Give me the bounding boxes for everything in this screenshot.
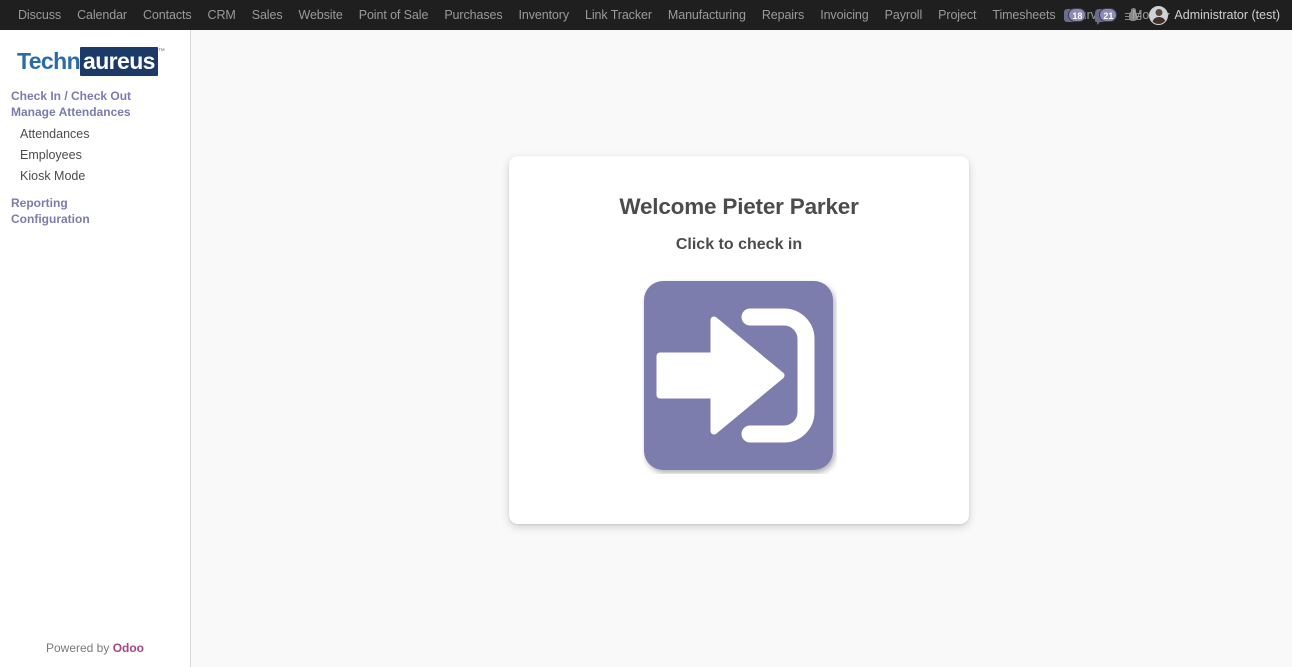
nav-item-website[interactable]: Website <box>290 0 350 30</box>
powered-by-prefix: Powered by <box>45 641 113 655</box>
nav-item-repairs[interactable]: Repairs <box>754 0 812 30</box>
sidebar-item-kiosk-mode[interactable]: Kiosk Mode <box>0 166 190 187</box>
nav-item-discuss[interactable]: Discuss <box>10 0 69 30</box>
welcome-title: Welcome Pieter Parker <box>619 194 859 219</box>
app-shell: Techn aureus ™ Check In / Check Out Manage… <box>0 30 1292 667</box>
nav-item-project[interactable]: Project <box>930 0 984 30</box>
menu-spacer <box>0 187 190 196</box>
sidebar: Techn aureus ™ Check In / Check Out Manage… <box>0 30 191 667</box>
top-navbar: Discuss Calendar Contacts CRM Sales Webs… <box>0 0 1292 30</box>
main-content: Welcome Pieter Parker Click to check in <box>191 30 1292 667</box>
nav-item-invoicing[interactable]: Invoicing <box>812 0 876 30</box>
welcome-subtitle: Click to check in <box>675 236 803 253</box>
user-menu[interactable]: Administrator (test) <box>1149 5 1282 25</box>
app-menu-list: Discuss Calendar Contacts CRM Sales Webs… <box>10 0 1171 30</box>
nav-item-payroll[interactable]: Payroll <box>877 0 931 30</box>
nav-item-sales[interactable]: Sales <box>244 0 291 30</box>
sidebar-group-other: Reporting Configuration <box>0 196 190 227</box>
nav-item-inventory[interactable]: Inventory <box>510 0 577 30</box>
powered-by-footer: Powered by Odoo <box>0 641 190 667</box>
sidebar-item-reporting[interactable]: Reporting <box>0 196 190 212</box>
sidebar-item-configuration[interactable]: Configuration <box>0 212 190 228</box>
nav-item-point-of-sale[interactable]: Point of Sale <box>351 0 437 30</box>
user-name-label: Administrator (test) <box>1174 8 1280 22</box>
sidebar-item-manage-attendances[interactable]: Manage Attendances <box>0 105 190 121</box>
odoo-link[interactable]: Odoo <box>113 641 144 655</box>
sidebar-item-check-in-check-out[interactable]: Check In / Check Out <box>0 89 190 105</box>
avatar <box>1149 5 1169 25</box>
brand-logo-container: Techn aureus ™ <box>0 30 190 89</box>
kiosk-check-in-card: Welcome Pieter Parker Click to check in <box>509 156 969 524</box>
activities-count-badge: 18 <box>1068 7 1087 22</box>
messages-count-badge: 21 <box>1099 7 1118 22</box>
nav-item-timesheets[interactable]: Timesheets <box>984 0 1063 30</box>
nav-item-contacts[interactable]: Contacts <box>135 0 200 30</box>
nav-item-calendar[interactable]: Calendar <box>69 0 135 30</box>
trademark-symbol: ™ <box>157 48 165 55</box>
nav-item-purchases[interactable]: Purchases <box>436 0 510 30</box>
logo-text-aureus: aureus <box>80 47 158 76</box>
activities-menu[interactable]: 18 <box>1064 7 1087 23</box>
check-in-button[interactable] <box>642 279 837 474</box>
technaureus-logo[interactable]: Techn aureus ™ <box>17 47 165 76</box>
bug-icon[interactable] <box>1125 7 1142 23</box>
systray: 18 21 Administrator (test) <box>1064 5 1286 25</box>
logo-text-techn: Techn <box>17 48 81 74</box>
sign-in-arrow-icon <box>643 281 833 470</box>
sidebar-item-attendances[interactable]: Attendances <box>0 124 190 145</box>
sidebar-menu: Check In / Check Out Manage Attendances … <box>0 89 190 641</box>
nav-item-crm[interactable]: CRM <box>200 0 244 30</box>
sidebar-item-employees[interactable]: Employees <box>0 145 190 166</box>
sidebar-group-attendance: Check In / Check Out Manage Attendances … <box>0 89 190 187</box>
nav-item-manufacturing[interactable]: Manufacturing <box>660 0 754 30</box>
nav-item-link-tracker[interactable]: Link Tracker <box>577 0 660 30</box>
messaging-menu[interactable]: 21 <box>1095 7 1118 25</box>
